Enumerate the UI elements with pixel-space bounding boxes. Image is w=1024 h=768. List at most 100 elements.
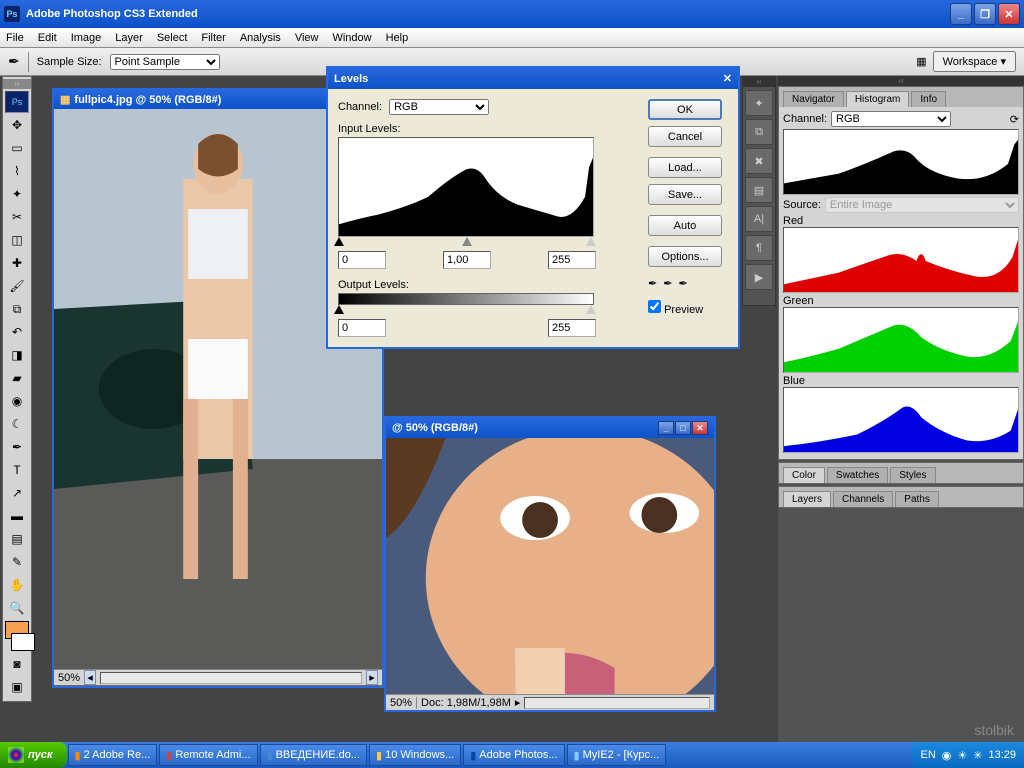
ok-button[interactable]: OK (648, 99, 722, 120)
minimize-button[interactable]: _ (950, 3, 972, 25)
tab-layers[interactable]: Layers (783, 491, 831, 507)
options-button[interactable]: Options... (648, 246, 722, 267)
task-item-4[interactable]: ▮Adobe Photos... (463, 744, 564, 766)
lang-indicator[interactable]: EN (920, 749, 935, 761)
slice-tool[interactable]: ◫ (5, 229, 29, 251)
doc2-zoom[interactable]: 50% (390, 697, 412, 709)
black-point-slider[interactable] (334, 237, 344, 246)
tab-histogram[interactable]: Histogram (846, 91, 910, 107)
doc2-minimize[interactable]: _ (658, 421, 674, 435)
dodge-tool[interactable]: ☾ (5, 413, 29, 435)
auto-button[interactable]: Auto (648, 215, 722, 236)
output-black-field[interactable] (338, 319, 386, 337)
doc2-scrollbar[interactable] (524, 697, 710, 709)
marquee-tool[interactable]: ▭ (5, 137, 29, 159)
white-point-slider[interactable] (586, 237, 596, 246)
clock[interactable]: 13:29 (988, 749, 1016, 761)
dock-character-icon[interactable]: A| (745, 206, 773, 232)
tab-channels[interactable]: Channels (833, 491, 893, 507)
task-item-0[interactable]: ▮2 Adobe Re... (68, 744, 158, 766)
output-white-field[interactable] (548, 319, 596, 337)
tab-color[interactable]: Color (783, 467, 825, 483)
rdock-grip[interactable]: ‹‹ (743, 77, 775, 87)
notes-tool[interactable]: ▤ (5, 528, 29, 550)
load-button[interactable]: Load... (648, 157, 722, 178)
tray-icon-1[interactable]: ◉ (942, 749, 952, 762)
dock-paragraph-icon[interactable]: ¶ (745, 235, 773, 261)
menu-image[interactable]: Image (71, 32, 102, 44)
menu-file[interactable]: File (6, 32, 24, 44)
save-button[interactable]: Save... (648, 184, 722, 205)
eyedropper-tool[interactable]: ✎ (5, 551, 29, 573)
tab-styles[interactable]: Styles (890, 467, 935, 483)
tab-navigator[interactable]: Navigator (783, 91, 844, 107)
out-white-slider[interactable] (586, 305, 596, 314)
doc1-zoom[interactable]: 50% (58, 672, 80, 684)
crop-tool[interactable]: ✂ (5, 206, 29, 228)
cancel-button[interactable]: Cancel (648, 126, 722, 147)
ps-logo[interactable]: Ps (5, 91, 29, 113)
heal-tool[interactable]: ✚ (5, 252, 29, 274)
preview-checkbox[interactable]: Preview (648, 304, 703, 316)
sample-size-select[interactable]: Point Sample (110, 54, 220, 70)
input-slider[interactable] (338, 237, 596, 247)
zoom-tool[interactable]: 🔍 (5, 597, 29, 619)
tray-icon-3[interactable]: ✳ (973, 749, 982, 762)
menu-select[interactable]: Select (157, 32, 188, 44)
menu-analysis[interactable]: Analysis (240, 32, 281, 44)
task-item-1[interactable]: ▮Remote Admi... (159, 744, 257, 766)
input-white-field[interactable] (548, 251, 596, 269)
input-gamma-field[interactable] (443, 251, 491, 269)
start-button[interactable]: пуск (0, 742, 67, 768)
wand-tool[interactable]: ✦ (5, 183, 29, 205)
doc2-maximize[interactable]: □ (675, 421, 691, 435)
doc2-titlebar[interactable]: @ 50% (RGB/8#) _ □ ✕ (386, 418, 714, 438)
system-tray[interactable]: EN ◉ ☀ ✳ 13:29 (912, 742, 1024, 768)
menu-window[interactable]: Window (332, 32, 371, 44)
workspace-button[interactable]: Workspace ▾ (933, 51, 1016, 72)
move-tool[interactable]: ✥ (5, 114, 29, 136)
out-black-slider[interactable] (334, 305, 344, 314)
screenmode-button[interactable]: ▣ (5, 676, 29, 698)
background-swatch[interactable] (11, 633, 35, 651)
quickmask-button[interactable]: ◙ (5, 653, 29, 675)
input-black-field[interactable] (338, 251, 386, 269)
maximize-button[interactable]: ❐ (974, 3, 996, 25)
task-item-5[interactable]: ▮MyIE2 - [Курс... (567, 744, 667, 766)
lasso-tool[interactable]: ⌇ (5, 160, 29, 182)
gamma-slider[interactable] (462, 237, 472, 246)
doc1-scroll-right[interactable]: ▸ (366, 670, 378, 685)
tab-paths[interactable]: Paths (895, 491, 939, 507)
close-button[interactable]: ✕ (998, 3, 1020, 25)
menu-filter[interactable]: Filter (201, 32, 225, 44)
dock-clone-icon[interactable]: ⧉ (745, 119, 773, 145)
stamp-tool[interactable]: ⧉ (5, 298, 29, 320)
menu-view[interactable]: View (295, 32, 319, 44)
type-tool[interactable]: T (5, 459, 29, 481)
menu-layer[interactable]: Layer (115, 32, 143, 44)
blur-tool[interactable]: ◉ (5, 390, 29, 412)
eyedropper-black-icon[interactable]: ✒ (648, 277, 657, 290)
channel-select[interactable]: RGB (389, 99, 489, 115)
pen-tool[interactable]: ✒ (5, 436, 29, 458)
gradient-tool[interactable]: ▰ (5, 367, 29, 389)
hist-channel-select[interactable]: RGB (831, 111, 951, 127)
eyedropper-white-icon[interactable]: ✒ (678, 277, 687, 290)
eyedropper-gray-icon[interactable]: ✒ (663, 277, 672, 290)
doc2-close[interactable]: ✕ (692, 421, 708, 435)
levels-titlebar[interactable]: Levels ✕ (328, 68, 738, 89)
doc2-canvas[interactable] (386, 438, 714, 694)
bridge-icon[interactable]: ▦ (916, 55, 926, 68)
dock-actions-icon[interactable]: ▶ (745, 264, 773, 290)
tray-icon-2[interactable]: ☀ (957, 749, 967, 762)
hist-source-select[interactable]: Entire Image (825, 197, 1019, 213)
levels-close-button[interactable]: ✕ (723, 72, 732, 85)
dock-brushes-icon[interactable]: ✦ (745, 90, 773, 116)
history-brush-tool[interactable]: ↶ (5, 321, 29, 343)
tab-swatches[interactable]: Swatches (827, 467, 888, 483)
doc1-scroll-left[interactable]: ◂ (84, 670, 96, 685)
eraser-tool[interactable]: ◨ (5, 344, 29, 366)
rpanels-grip[interactable]: ‹‹ (778, 76, 1024, 86)
output-slider[interactable] (338, 305, 596, 315)
menu-edit[interactable]: Edit (38, 32, 57, 44)
